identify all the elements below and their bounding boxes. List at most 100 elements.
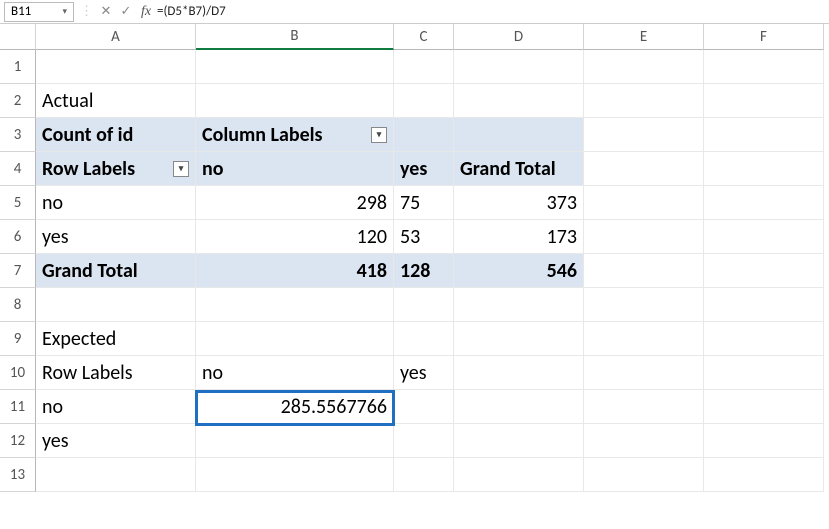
cell-C3[interactable] xyxy=(394,118,454,152)
cell-C13[interactable] xyxy=(394,458,454,492)
cell-A10[interactable]: Row Labels xyxy=(36,356,196,390)
cell-E12[interactable] xyxy=(584,424,704,458)
cell-D1[interactable] xyxy=(454,50,584,84)
cell-E9[interactable] xyxy=(584,322,704,356)
row-header-9[interactable]: 9 xyxy=(0,322,36,356)
cell-E10[interactable] xyxy=(584,356,704,390)
cell-C5[interactable]: 75 xyxy=(394,186,454,220)
cell-F7[interactable] xyxy=(704,254,824,288)
cell-A5[interactable]: no xyxy=(36,186,196,220)
col-header-E[interactable]: E xyxy=(584,24,704,50)
cell-E7[interactable] xyxy=(584,254,704,288)
cell-A9[interactable]: Expected xyxy=(36,322,196,356)
cell-F12[interactable] xyxy=(704,424,824,458)
col-header-F[interactable]: F xyxy=(704,24,824,50)
cell-D8[interactable] xyxy=(454,288,584,322)
cell-C12[interactable] xyxy=(394,424,454,458)
cell-B6[interactable]: 120 xyxy=(196,220,394,254)
cell-B10[interactable]: no xyxy=(196,356,394,390)
row-header-6[interactable]: 6 xyxy=(0,220,36,254)
cell-C11[interactable] xyxy=(394,390,454,424)
cell-E11[interactable] xyxy=(584,390,704,424)
cell-D13[interactable] xyxy=(454,458,584,492)
cell-F3[interactable] xyxy=(704,118,824,152)
cell-F13[interactable] xyxy=(704,458,824,492)
cell-F2[interactable] xyxy=(704,84,824,118)
cell-C7[interactable]: 128 xyxy=(394,254,454,288)
row-header-12[interactable]: 12 xyxy=(0,424,36,458)
cell-A11[interactable]: no xyxy=(36,390,196,424)
cell-E13[interactable] xyxy=(584,458,704,492)
cell-F4[interactable] xyxy=(704,152,824,186)
cell-F5[interactable] xyxy=(704,186,824,220)
row-header-4[interactable]: 4 xyxy=(0,152,36,186)
cell-E5[interactable] xyxy=(584,186,704,220)
row-header-7[interactable]: 7 xyxy=(0,254,36,288)
cell-B9[interactable] xyxy=(196,322,394,356)
cell-B11[interactable]: 285.5567766 xyxy=(196,390,394,424)
cell-F9[interactable] xyxy=(704,322,824,356)
chevron-down-icon[interactable]: ▾ xyxy=(62,6,67,17)
cell-B3[interactable]: Column Labels ▾ xyxy=(196,118,394,152)
cell-C4[interactable]: yes xyxy=(394,152,454,186)
cell-D11[interactable] xyxy=(454,390,584,424)
cell-F11[interactable] xyxy=(704,390,824,424)
cell-B1[interactable] xyxy=(196,50,394,84)
row-header-8[interactable]: 8 xyxy=(0,288,36,322)
cancel-icon[interactable]: ✕ xyxy=(99,4,113,20)
cell-A13[interactable] xyxy=(36,458,196,492)
cell-E1[interactable] xyxy=(584,50,704,84)
cell-D10[interactable] xyxy=(454,356,584,390)
cell-E6[interactable] xyxy=(584,220,704,254)
cell-C1[interactable] xyxy=(394,50,454,84)
cell-D5[interactable]: 373 xyxy=(454,186,584,220)
cell-E3[interactable] xyxy=(584,118,704,152)
cell-B2[interactable] xyxy=(196,84,394,118)
select-all-corner[interactable] xyxy=(0,24,36,50)
cell-C2[interactable] xyxy=(394,84,454,118)
spreadsheet-grid[interactable]: A B C D E F 1 2 Actual 3 Count of id Col… xyxy=(0,24,829,492)
row-header-2[interactable]: 2 xyxy=(0,84,36,118)
cell-F10[interactable] xyxy=(704,356,824,390)
cell-A3[interactable]: Count of id xyxy=(36,118,196,152)
cell-A2[interactable]: Actual xyxy=(36,84,196,118)
cell-C9[interactable] xyxy=(394,322,454,356)
accept-icon[interactable]: ✓ xyxy=(119,4,133,20)
row-header-10[interactable]: 10 xyxy=(0,356,36,390)
row-labels-filter-icon[interactable]: ▾ xyxy=(173,161,189,177)
row-header-5[interactable]: 5 xyxy=(0,186,36,220)
name-box[interactable]: B11 ▾ xyxy=(4,2,74,22)
cell-C6[interactable]: 53 xyxy=(394,220,454,254)
cell-A12[interactable]: yes xyxy=(36,424,196,458)
cell-F6[interactable] xyxy=(704,220,824,254)
fx-icon[interactable]: fx xyxy=(139,4,153,20)
cell-D3[interactable] xyxy=(454,118,584,152)
cell-E4[interactable] xyxy=(584,152,704,186)
row-header-13[interactable]: 13 xyxy=(0,458,36,492)
cell-B13[interactable] xyxy=(196,458,394,492)
cell-F8[interactable] xyxy=(704,288,824,322)
row-header-3[interactable]: 3 xyxy=(0,118,36,152)
cell-B7[interactable]: 418 xyxy=(196,254,394,288)
column-labels-filter-icon[interactable]: ▾ xyxy=(371,127,387,143)
cell-D4[interactable]: Grand Total xyxy=(454,152,584,186)
row-header-11[interactable]: 11 xyxy=(0,390,36,424)
cell-A6[interactable]: yes xyxy=(36,220,196,254)
cell-A4[interactable]: Row Labels ▾ xyxy=(36,152,196,186)
cell-D6[interactable]: 173 xyxy=(454,220,584,254)
cell-F1[interactable] xyxy=(704,50,824,84)
cell-B4[interactable]: no xyxy=(196,152,394,186)
cell-A8[interactable] xyxy=(36,288,196,322)
cell-D7[interactable]: 546 xyxy=(454,254,584,288)
col-header-D[interactable]: D xyxy=(454,24,584,50)
row-header-1[interactable]: 1 xyxy=(0,50,36,84)
col-header-B[interactable]: B xyxy=(196,24,394,50)
cell-D9[interactable] xyxy=(454,322,584,356)
col-header-A[interactable]: A xyxy=(36,24,196,50)
cell-C8[interactable] xyxy=(394,288,454,322)
cell-B8[interactable] xyxy=(196,288,394,322)
cell-E8[interactable] xyxy=(584,288,704,322)
cell-B12[interactable] xyxy=(196,424,394,458)
cell-D2[interactable] xyxy=(454,84,584,118)
cell-A7[interactable]: Grand Total xyxy=(36,254,196,288)
